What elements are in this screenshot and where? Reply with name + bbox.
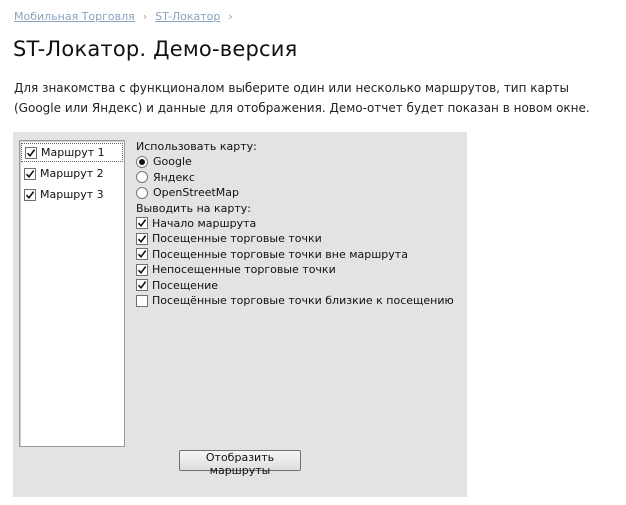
route-start-checkbox[interactable]: [136, 217, 148, 230]
breadcrumb-link-mobile-trade[interactable]: Мобильная Торговля: [14, 10, 135, 23]
show-routes-button[interactable]: Отобразить маршруты: [179, 450, 301, 477]
route-item-label: Маршрут 3: [40, 188, 104, 201]
map-option-label: OpenStreetMap: [153, 186, 240, 200]
map-option-label: Яндекс: [153, 170, 195, 184]
openstreetmap-radio[interactable]: [136, 186, 148, 199]
route-item-label: Маршрут 1: [41, 146, 105, 159]
route-2-checkbox[interactable]: [24, 167, 36, 180]
routes-listbox[interactable]: Маршрут 1 Маршрут 2 Маршрут 3: [19, 140, 125, 447]
map-option-label: Google: [153, 155, 192, 169]
display-option-label: Посещенные торговые точки: [152, 232, 322, 246]
map-option-openstreetmap[interactable]: OpenStreetMap: [136, 185, 454, 201]
visited-off-route-checkbox[interactable]: [136, 248, 148, 261]
checkmark-icon: [137, 265, 147, 274]
options-group: Использовать карту: Google Яндекс OpenSt…: [136, 139, 454, 309]
checkmark-icon: [137, 219, 147, 228]
display-on-map-label: Выводить на карту:: [136, 201, 252, 215]
page-title: ST-Локатор. Демо-версия: [13, 37, 298, 61]
route-item-3[interactable]: Маршрут 3: [21, 185, 123, 204]
intro-text: Для знакомства с функционалом выберите о…: [14, 81, 590, 115]
display-option-label: Посещенные торговые точки вне маршрута: [152, 247, 408, 261]
breadcrumb-link-st-locator[interactable]: ST-Локатор: [155, 10, 220, 23]
display-option-label: Посещение: [152, 278, 219, 292]
yandex-radio[interactable]: [136, 171, 148, 184]
demo-form-panel: Маршрут 1 Маршрут 2 Маршрут 3 Использова…: [13, 132, 467, 497]
map-option-google[interactable]: Google: [136, 154, 454, 170]
nearby-visited-checkbox[interactable]: [136, 294, 148, 307]
checkmark-icon: [25, 190, 35, 199]
display-option-label: Непосещенные торговые точки: [152, 263, 336, 277]
display-option-nearby-visited[interactable]: Посещённые торговые точки близкие к посе…: [136, 293, 454, 309]
google-radio[interactable]: [136, 155, 148, 168]
display-option-route-start[interactable]: Начало маршрута: [136, 216, 454, 232]
breadcrumb: Мобильная Торговля › ST-Локатор ›: [14, 10, 233, 23]
visit-checkbox[interactable]: [136, 279, 148, 292]
radio-selected-dot: [139, 158, 145, 165]
display-option-unvisited-points[interactable]: Непосещенные торговые точки: [136, 262, 454, 278]
checkmark-icon: [26, 148, 36, 157]
unvisited-points-checkbox[interactable]: [136, 263, 148, 276]
route-item-label: Маршрут 2: [40, 167, 104, 180]
checkmark-icon: [137, 250, 147, 259]
map-option-yandex[interactable]: Яндекс: [136, 170, 454, 186]
checkmark-icon: [25, 169, 35, 178]
route-1-checkbox[interactable]: [25, 146, 37, 159]
map-type-label: Использовать карту:: [136, 140, 257, 153]
display-option-visited-points[interactable]: Посещенные торговые точки: [136, 231, 454, 247]
route-3-checkbox[interactable]: [24, 188, 36, 201]
display-option-label: Начало маршрута: [152, 216, 257, 230]
display-option-visit[interactable]: Посещение: [136, 278, 454, 294]
display-option-label: Посещённые торговые точки близкие к посе…: [152, 294, 454, 308]
checkmark-icon: [137, 234, 147, 243]
breadcrumb-separator: ›: [142, 10, 148, 23]
checkmark-icon: [137, 281, 147, 290]
route-item-1[interactable]: Маршрут 1: [21, 143, 123, 162]
route-item-2[interactable]: Маршрут 2: [21, 164, 123, 183]
breadcrumb-separator: ›: [228, 10, 233, 23]
visited-points-checkbox[interactable]: [136, 232, 148, 245]
display-option-visited-off-route[interactable]: Посещенные торговые точки вне маршрута: [136, 247, 454, 263]
